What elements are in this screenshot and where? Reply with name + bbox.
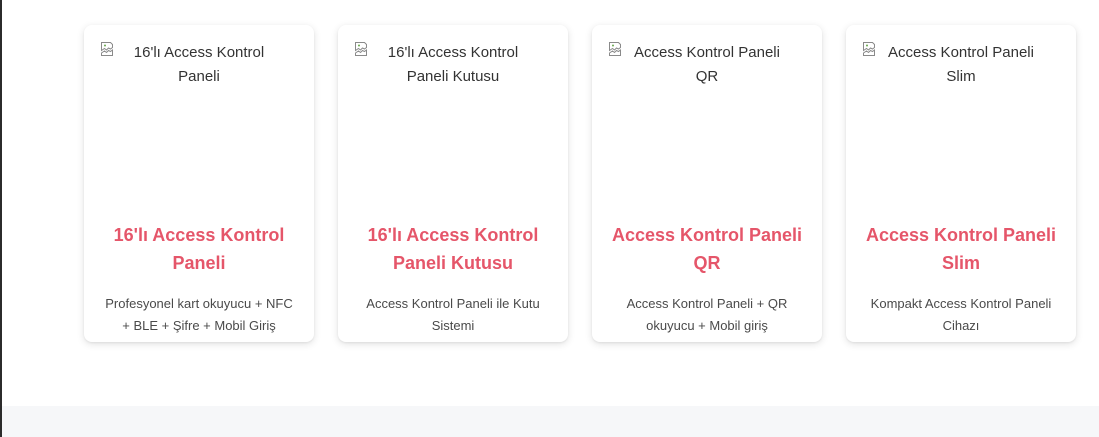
product-image[interactable]: 16'lı Access Kontrol Paneli Kutusu [354, 41, 552, 191]
product-title[interactable]: Access Kontrol Paneli QR [608, 221, 806, 277]
image-alt-text: Access Kontrol Paneli QR [634, 44, 780, 85]
product-description: Access Kontrol Paneli + QR okuyucu + Mob… [626, 296, 788, 333]
product-description: Profesyonel kart okuyucu + NFC + BLE + Ş… [105, 296, 293, 333]
image-alt-text: Access Kontrol Paneli Slim [888, 44, 1034, 85]
product-card[interactable]: Access Kontrol Paneli Slim Access Kontro… [846, 25, 1076, 342]
product-card[interactable]: Access Kontrol Paneli QR Access Kontrol … [592, 25, 822, 342]
footer-band [2, 406, 1099, 437]
product-card[interactable]: 16'lı Access Kontrol Paneli Kutusu 16'lı… [338, 25, 568, 342]
product-description: Kompakt Access Kontrol Paneli Cihazı [870, 296, 1052, 333]
product-title[interactable]: Access Kontrol Paneli Slim [862, 221, 1060, 277]
product-image[interactable]: Access Kontrol Paneli QR [608, 41, 806, 191]
product-cards: 16'lı Access Kontrol Paneli 16'lı Access… [84, 25, 1076, 342]
broken-image-icon [355, 42, 367, 56]
product-image[interactable]: 16'lı Access Kontrol Paneli [100, 41, 298, 191]
image-alt-text: 16'lı Access Kontrol Paneli Kutusu [387, 44, 519, 85]
product-image[interactable]: Access Kontrol Paneli Slim [862, 41, 1060, 191]
product-title[interactable]: 16'lı Access Kontrol Paneli [100, 221, 298, 277]
product-description: Access Kontrol Paneli ile Kutu Sistemi [366, 296, 540, 333]
product-card[interactable]: 16'lı Access Kontrol Paneli 16'lı Access… [84, 25, 314, 342]
image-alt-text: 16'lı Access Kontrol Paneli [133, 44, 265, 85]
product-title[interactable]: 16'lı Access Kontrol Paneli Kutusu [354, 221, 552, 277]
page: 16'lı Access Kontrol Paneli 16'lı Access… [0, 0, 1099, 437]
broken-image-icon [101, 42, 113, 56]
broken-image-icon [609, 42, 621, 56]
broken-image-icon [863, 42, 875, 56]
